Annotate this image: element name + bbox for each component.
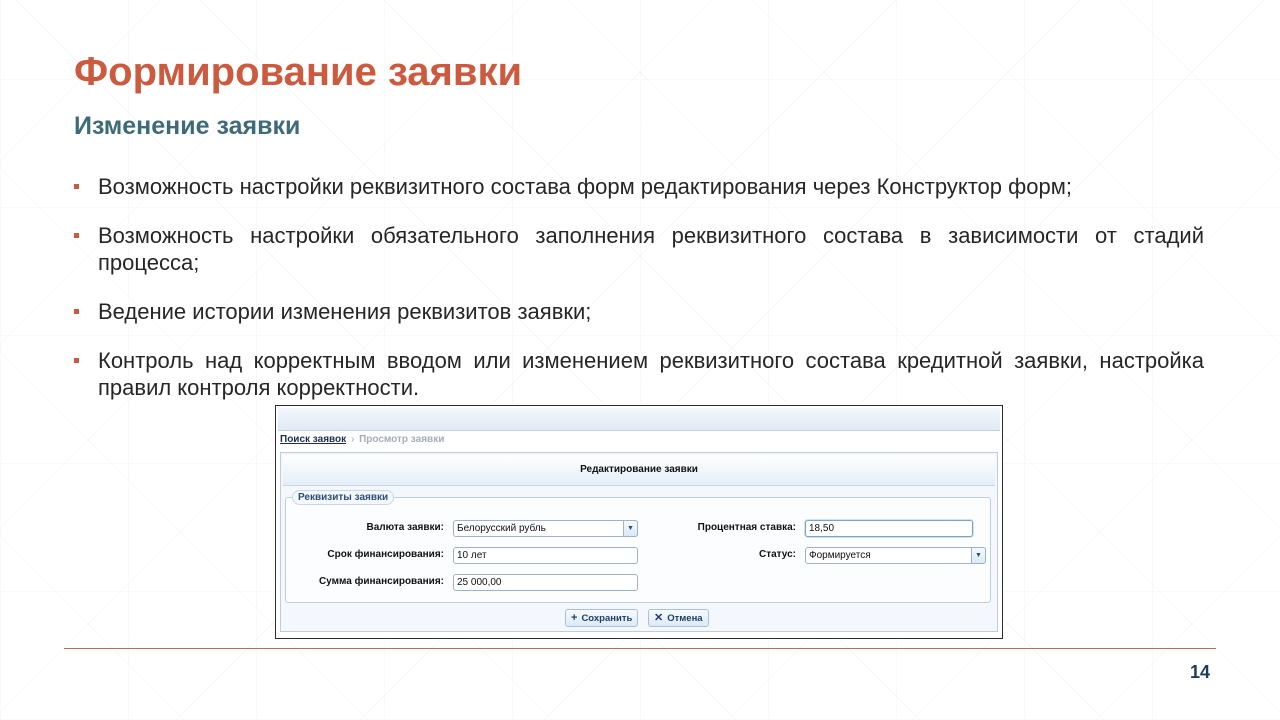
breadcrumb-link-search[interactable]: Поиск заявок bbox=[280, 434, 346, 445]
bullet-item: Ведение истории изменения реквизитов зая… bbox=[74, 298, 1204, 325]
fieldset-legend: Реквизиты заявки bbox=[292, 490, 395, 505]
chevron-down-icon[interactable]: ▼ bbox=[623, 520, 638, 537]
rate-value: 18,50 bbox=[809, 523, 835, 534]
bullet-list: Возможность настройки реквизитного соста… bbox=[74, 173, 1204, 423]
status-value: Формируется bbox=[809, 550, 871, 561]
page-number: 14 bbox=[1189, 662, 1210, 682]
bullet-text: Возможность настройки реквизитного соста… bbox=[98, 174, 1072, 199]
plus-icon: + bbox=[571, 612, 578, 624]
bullet-text: Ведение истории изменения реквизитов зая… bbox=[98, 299, 592, 324]
save-button[interactable]: + Сохранить bbox=[565, 609, 639, 627]
breadcrumb-current: Просмотр заявки bbox=[359, 434, 445, 445]
cross-icon: ✕ bbox=[654, 612, 664, 624]
slide-subtitle: Изменение заявки bbox=[74, 112, 301, 140]
cancel-button[interactable]: ✕ Отмена bbox=[648, 609, 709, 627]
term-input[interactable]: 10 лет bbox=[453, 547, 638, 564]
rate-input[interactable]: 18,50 bbox=[805, 520, 973, 537]
chevron-down-icon[interactable]: ▼ bbox=[971, 547, 986, 564]
rate-label: Процентная ставка: bbox=[697, 522, 796, 533]
bullet-square-icon bbox=[74, 184, 79, 189]
amount-input[interactable]: 25 000,00 bbox=[453, 574, 638, 591]
edit-panel: Редактирование заявки Реквизиты заявки В… bbox=[280, 452, 998, 632]
slide-title: Формирование заявки bbox=[74, 50, 523, 94]
bullet-item: Возможность настройки обязательного запо… bbox=[74, 222, 1204, 276]
footer-divider bbox=[64, 648, 1216, 649]
breadcrumb-separator-icon: › bbox=[350, 434, 355, 445]
currency-value: Белорусский рубль bbox=[457, 523, 546, 534]
bullet-square-icon bbox=[74, 358, 79, 363]
currency-label: Валюта заявки: bbox=[366, 522, 444, 533]
embedded-app-screenshot: Поиск заявок › Просмотр заявки Редактиро… bbox=[275, 405, 1003, 639]
requisites-fieldset: Реквизиты заявки Валюта заявки: Белорусс… bbox=[285, 490, 991, 603]
bullet-square-icon bbox=[74, 309, 79, 314]
bullet-square-icon bbox=[74, 233, 79, 238]
amount-label: Сумма финансирования: bbox=[318, 576, 444, 587]
status-select[interactable]: Формируется ▼ bbox=[805, 547, 986, 564]
save-button-label: Сохранить bbox=[581, 613, 633, 624]
app-top-bar bbox=[278, 408, 1000, 431]
bullet-text: Возможность настройки обязательного запо… bbox=[98, 223, 1204, 275]
cancel-button-label: Отмена bbox=[667, 613, 703, 624]
bullet-item: Возможность настройки реквизитного соста… bbox=[74, 173, 1204, 200]
amount-value: 25 000,00 bbox=[457, 577, 502, 588]
bullet-text: Контроль над корректным вводом или измен… bbox=[98, 348, 1204, 400]
panel-title: Редактирование заявки bbox=[283, 455, 995, 486]
breadcrumb: Поиск заявок › Просмотр заявки bbox=[280, 434, 444, 445]
currency-select[interactable]: Белорусский рубль ▼ bbox=[453, 520, 638, 537]
bullet-item: Контроль над корректным вводом или измен… bbox=[74, 347, 1204, 401]
term-label: Срок финансирования: bbox=[327, 549, 444, 560]
status-label: Статус: bbox=[758, 549, 796, 560]
term-value: 10 лет bbox=[457, 550, 487, 561]
